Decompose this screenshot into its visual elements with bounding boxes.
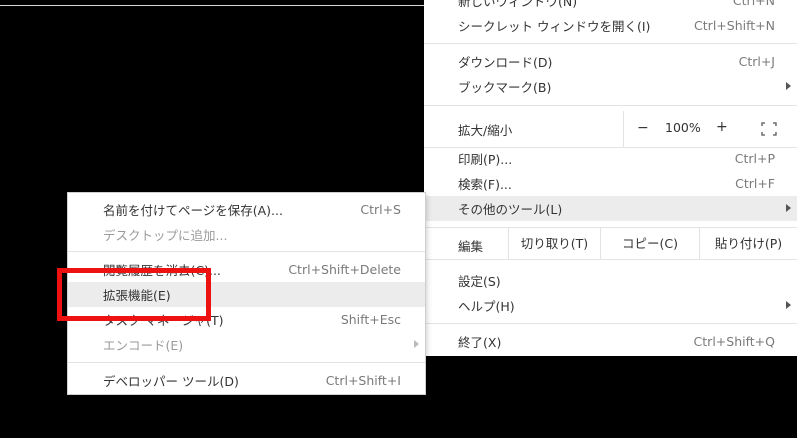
submenu-item-encoding[interactable]: エンコード(E) xyxy=(68,332,425,357)
menu-item-label: 設定(S) xyxy=(458,274,501,289)
menu-item-label: デベロッパー ツール(D) xyxy=(103,374,239,389)
menu-item-settings[interactable]: 設定(S) xyxy=(424,268,797,293)
arrow-right-icon xyxy=(786,82,791,90)
zoom-row: 拡大/縮小 − 100% + xyxy=(424,111,797,147)
submenu-item-save-page[interactable]: 名前を付けてページを保存(A)... Ctrl+S xyxy=(68,197,425,222)
fullscreen-icon[interactable] xyxy=(761,122,777,136)
menu-item-shortcut: Ctrl+S xyxy=(360,202,401,217)
menu-item-shortcut: Ctrl+Shift+N xyxy=(694,18,775,33)
menu-item-label: その他のツール(L) xyxy=(458,202,563,217)
menu-item-exit[interactable]: 終了(X) Ctrl+Shift+Q xyxy=(424,329,797,354)
menu-item-label: シークレット ウィンドウを開く(I) xyxy=(458,19,651,34)
menu-item-shortcut: Shift+Esc xyxy=(340,312,401,327)
cut-button[interactable]: 切り取り(T) xyxy=(508,228,600,259)
menu-item-new-window[interactable]: 新しいウィンドウ(N) Ctrl+N xyxy=(424,0,797,13)
menu-item-help[interactable]: ヘルプ(H) xyxy=(424,293,797,318)
arrow-right-icon xyxy=(414,340,419,348)
edit-row: 編集 切り取り(T) コピー(C) 貼り付け(P) xyxy=(424,227,797,260)
menu-item-label: ヘルプ(H) xyxy=(458,299,515,314)
menu-item-bookmarks[interactable]: ブックマーク(B) xyxy=(424,74,797,99)
top-divider-line xyxy=(0,5,424,6)
menu-item-label: ブックマーク(B) xyxy=(458,80,552,95)
zoom-in-button[interactable]: + xyxy=(716,119,728,135)
paste-button[interactable]: 貼り付け(P) xyxy=(699,228,797,259)
menu-item-more-tools[interactable]: その他のツール(L) xyxy=(424,196,797,221)
submenu-item-dev-tools[interactable]: デベロッパー ツール(D) Ctrl+Shift+I xyxy=(68,368,425,393)
menu-item-shortcut: Ctrl+N xyxy=(732,0,775,8)
menu-item-find[interactable]: 検索(F)... Ctrl+F xyxy=(424,171,797,196)
menu-item-label: デスクトップに追加... xyxy=(103,228,228,243)
menu-item-shortcut: Ctrl+F xyxy=(735,176,775,191)
menu-separator xyxy=(424,323,797,324)
menu-item-label: 新しいウィンドウ(N) xyxy=(458,0,578,9)
menu-separator xyxy=(424,43,797,44)
zoom-label: 拡大/縮小 xyxy=(458,123,513,138)
zoom-level: 100% xyxy=(665,120,701,135)
menu-separator xyxy=(68,362,425,363)
arrow-right-icon xyxy=(786,301,791,309)
menu-item-label: ダウンロード(D) xyxy=(458,55,553,70)
annotation-highlight-box xyxy=(57,268,211,321)
menu-separator xyxy=(424,105,797,106)
menu-item-label: 印刷(P)... xyxy=(458,152,513,167)
menu-item-label: 検索(F)... xyxy=(458,177,512,192)
copy-button[interactable]: コピー(C) xyxy=(600,228,699,259)
menu-item-downloads[interactable]: ダウンロード(D) Ctrl+J xyxy=(424,49,797,74)
zoom-controls: − 100% + xyxy=(623,111,797,147)
menu-item-label: 名前を付けてページを保存(A)... xyxy=(103,203,283,218)
menu-separator xyxy=(68,251,425,252)
submenu-item-add-to-desktop[interactable]: デスクトップに追加... xyxy=(68,222,425,247)
menu-item-label: エンコード(E) xyxy=(103,338,184,353)
menu-item-print[interactable]: 印刷(P)... Ctrl+P xyxy=(424,146,797,171)
menu-item-shortcut: Ctrl+P xyxy=(734,151,775,166)
arrow-right-icon xyxy=(786,204,791,212)
chrome-main-menu: 新しいウィンドウ(N) Ctrl+N シークレット ウィンドウを開く(I) Ct… xyxy=(424,0,797,356)
menu-item-incognito[interactable]: シークレット ウィンドウを開く(I) Ctrl+Shift+N xyxy=(424,13,797,38)
edit-label: 編集 xyxy=(458,239,484,254)
zoom-out-button[interactable]: − xyxy=(637,120,649,136)
menu-item-label: 終了(X) xyxy=(458,335,502,350)
menu-item-shortcut: Ctrl+J xyxy=(738,54,775,69)
menu-item-shortcut: Ctrl+Shift+Delete xyxy=(288,262,401,277)
menu-item-shortcut: Ctrl+Shift+I xyxy=(325,373,401,388)
menu-item-shortcut: Ctrl+Shift+Q xyxy=(693,334,775,349)
